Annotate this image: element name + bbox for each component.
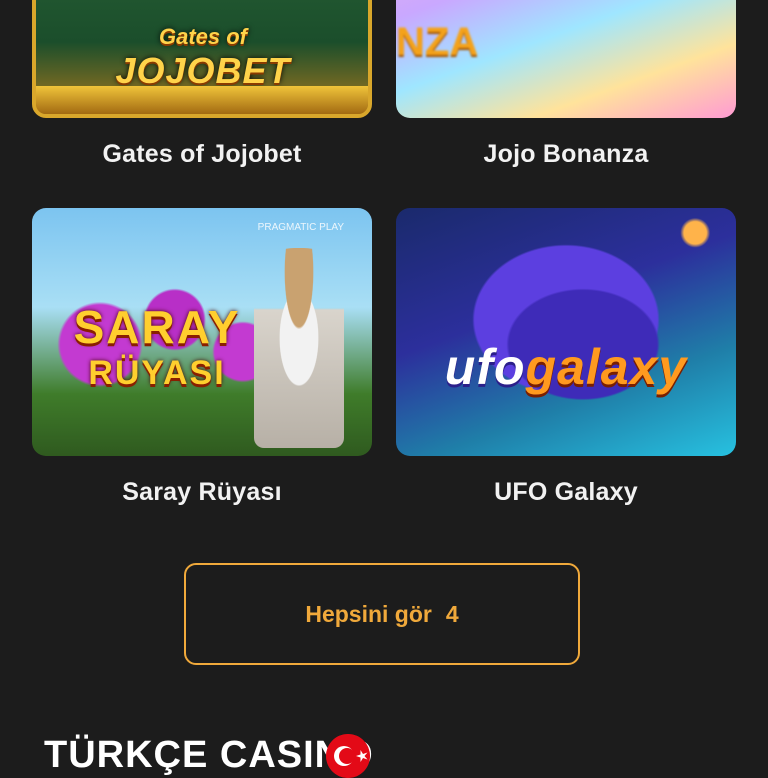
character-illustration <box>254 248 344 448</box>
see-all-label: Hepsini gör <box>305 600 432 627</box>
thumbnail-logo: ufogalaxy <box>444 339 688 395</box>
game-title[interactable]: Saray Rüyası <box>32 478 372 507</box>
game-thumbnail[interactable]: NZA <box>396 0 736 118</box>
game-title[interactable]: Gates of Jojobet <box>32 140 372 169</box>
thumbnail-frame <box>36 86 368 114</box>
game-thumbnail[interactable]: Gates of JOJOBET <box>32 0 372 118</box>
thumbnail-logo: Gates of JOJOBET <box>115 24 291 91</box>
game-card-ufo-galaxy[interactable]: ufogalaxy UFO Galaxy <box>396 208 736 507</box>
thumbnail-logo: SARAY RÜYASI <box>73 301 241 392</box>
thumbnail-logo: NZA <box>396 20 479 64</box>
see-all-button[interactable]: Hepsini gör 4 <box>184 563 580 665</box>
game-title[interactable]: UFO Galaxy <box>396 478 736 507</box>
game-thumbnail[interactable]: PRAGMATIC PLAY SARAY RÜYASI <box>32 208 372 456</box>
see-all-count: 4 <box>445 600 459 627</box>
game-thumbnail[interactable]: ufogalaxy <box>396 208 736 456</box>
provider-label: PRAGMATIC PLAY <box>257 222 344 233</box>
game-title[interactable]: Jojo Bonanza <box>396 140 736 169</box>
game-card-saray-ruyasi[interactable]: PRAGMATIC PLAY SARAY RÜYASI Saray Rüyası <box>32 208 372 507</box>
game-card-gates-of-jojobet[interactable]: Gates of JOJOBET Gates of Jojobet <box>32 0 372 169</box>
brand-logo[interactable]: TÜRKÇE CASINO <box>44 734 374 777</box>
game-card-jojo-bonanza[interactable]: NZA Jojo Bonanza <box>396 0 736 169</box>
turkey-flag-icon <box>326 734 370 778</box>
